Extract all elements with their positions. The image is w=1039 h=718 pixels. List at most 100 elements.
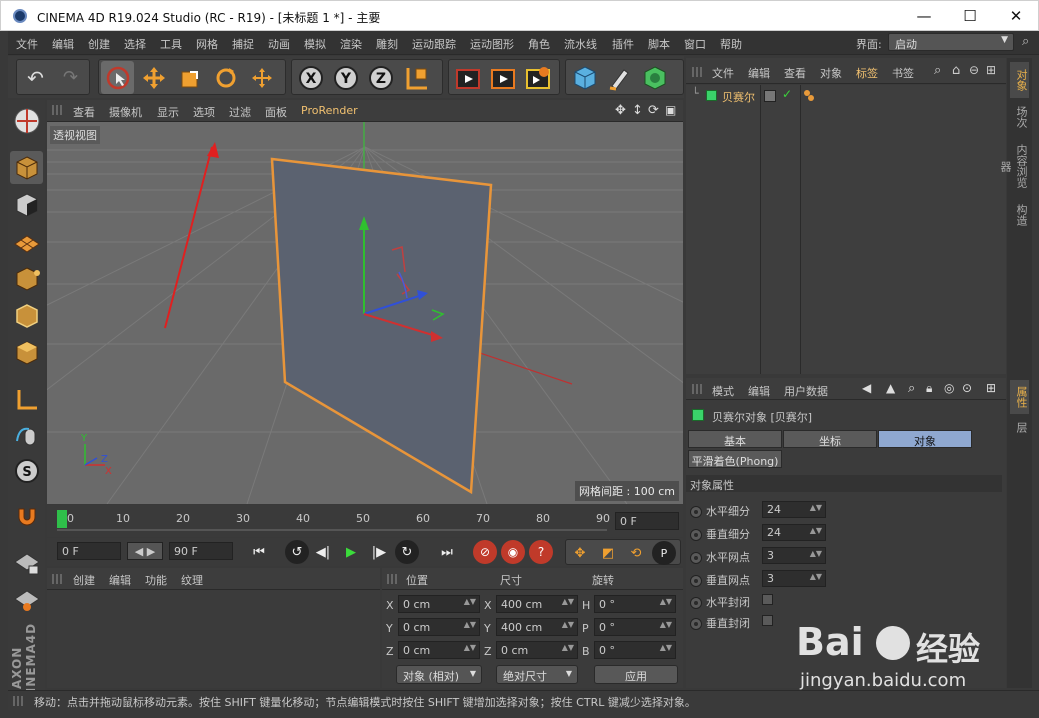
stepper-icon[interactable]: ▲▼: [810, 549, 822, 558]
polygons-mode-icon[interactable]: [10, 336, 43, 369]
play-icon[interactable]: ▶: [339, 540, 363, 564]
render-settings-icon[interactable]: [521, 61, 554, 94]
grip-icon[interactable]: [692, 384, 702, 394]
start-frame-field[interactable]: 0 F: [57, 542, 121, 560]
previous-frame-icon[interactable]: ◀|: [311, 540, 335, 564]
object-menu-edit[interactable]: 编辑: [748, 65, 770, 81]
stepper-icon[interactable]: ▲▼: [810, 572, 822, 581]
menu-plugins[interactable]: 插件: [612, 36, 634, 52]
animate-radio-icon[interactable]: [690, 552, 702, 564]
search-icon[interactable]: ⌕: [934, 63, 941, 78]
stepper-icon[interactable]: ▲▼: [562, 643, 574, 652]
grip-icon[interactable]: [52, 574, 62, 584]
stepper-icon[interactable]: ▲▼: [562, 597, 574, 606]
horizontal-grid-points-field[interactable]: 3 ▲▼: [762, 547, 826, 564]
stepper-icon[interactable]: ▲▼: [464, 643, 476, 652]
axis-mode-icon[interactable]: [10, 383, 43, 416]
minimize-button[interactable]: —: [901, 1, 947, 31]
points-mode-icon[interactable]: [10, 262, 43, 295]
home-icon[interactable]: ⌂: [952, 63, 960, 78]
zoom-icon[interactable]: ↕: [632, 103, 643, 118]
object-menu-objects[interactable]: 对象: [820, 65, 842, 81]
menu-script[interactable]: 脚本: [648, 36, 670, 52]
animate-radio-icon[interactable]: [690, 529, 702, 541]
object-menu-file[interactable]: 文件: [712, 65, 734, 81]
frame-step-stepper[interactable]: ◀ ▶: [127, 542, 163, 560]
visibility-toggle-icon[interactable]: [764, 90, 776, 102]
target-icon[interactable]: ◎: [944, 381, 954, 395]
apply-button[interactable]: 应用: [594, 665, 678, 684]
search-icon[interactable]: ⌕: [908, 381, 915, 396]
key-scale-icon[interactable]: ◩: [596, 541, 620, 565]
tab-coordinates[interactable]: 坐标: [783, 430, 877, 448]
key-rotation-icon[interactable]: ⟲: [624, 541, 648, 565]
viewport-menu-prorender[interactable]: ProRender: [301, 104, 358, 117]
make-editable-icon[interactable]: [10, 104, 43, 137]
settings-icon[interactable]: ⊙: [962, 381, 972, 395]
grip-icon[interactable]: [387, 574, 397, 584]
pen-icon[interactable]: [603, 61, 636, 94]
back-arrow-icon[interactable]: ◀: [862, 381, 871, 395]
rot-b-field[interactable]: 0 ° ▲▼: [594, 641, 676, 659]
object-menu-bookmarks[interactable]: 书签: [892, 65, 914, 81]
viewport-menu-camera[interactable]: 摄像机: [109, 104, 142, 120]
live-select-icon[interactable]: [101, 61, 134, 94]
menu-window[interactable]: 窗口: [684, 36, 706, 52]
search-icon[interactable]: ⌕: [1022, 34, 1036, 49]
stepper-icon[interactable]: ▲▼: [464, 597, 476, 606]
tab-phong[interactable]: 平滑着色(Phong): [688, 450, 782, 468]
stepper-icon[interactable]: ▲▼: [660, 597, 672, 606]
link-icon[interactable]: ⊖: [969, 63, 979, 77]
workplane-lock-icon[interactable]: [10, 545, 43, 578]
texture-mode-icon[interactable]: [10, 188, 43, 221]
menu-snap[interactable]: 捕捉: [232, 36, 254, 52]
tab-objects[interactable]: 对象: [1010, 62, 1029, 98]
menu-select[interactable]: 选择: [124, 36, 146, 52]
vertical-subdivision-field[interactable]: 24 ▲▼: [762, 524, 826, 541]
stepper-icon[interactable]: ▲▼: [660, 643, 672, 652]
menu-character[interactable]: 角色: [528, 36, 550, 52]
vertical-grid-points-field[interactable]: 3 ▲▼: [762, 570, 826, 587]
menu-tools[interactable]: 工具: [160, 36, 182, 52]
viewport-menu-view[interactable]: 查看: [73, 104, 95, 120]
tab-object[interactable]: 对象: [878, 430, 972, 448]
stepper-icon[interactable]: ▲▼: [810, 526, 822, 535]
animate-radio-icon[interactable]: [690, 618, 702, 630]
next-frame-icon[interactable]: |▶: [367, 540, 391, 564]
menu-file[interactable]: 文件: [16, 36, 38, 52]
pan-icon[interactable]: ✥: [615, 103, 626, 118]
up-arrow-icon[interactable]: ▲: [886, 381, 895, 395]
viewport-menu-options[interactable]: 选项: [193, 104, 215, 120]
menu-mograph[interactable]: 运动图形: [470, 36, 514, 52]
animate-radio-icon[interactable]: [690, 506, 702, 518]
viewport-menu-filter[interactable]: 过滤: [229, 104, 251, 120]
attribute-menu-userdata[interactable]: 用户数据: [784, 383, 828, 399]
redo-icon[interactable]: ↷: [54, 61, 87, 94]
recent-tool-icon[interactable]: [245, 61, 278, 94]
playhead[interactable]: [57, 510, 67, 528]
material-menu-edit[interactable]: 编辑: [109, 572, 131, 588]
horizontal-close-checkbox[interactable]: [762, 594, 773, 605]
size-z-field[interactable]: 0 cm ▲▼: [496, 641, 578, 659]
menu-simulate[interactable]: 模拟: [304, 36, 326, 52]
material-menu-texture[interactable]: 纹理: [181, 572, 203, 588]
attribute-menu-mode[interactable]: 模式: [712, 383, 734, 399]
solo-mode-icon[interactable]: S: [10, 454, 43, 487]
edges-mode-icon[interactable]: [10, 299, 43, 332]
pos-z-field[interactable]: 0 cm ▲▼: [398, 641, 480, 659]
go-to-start-icon[interactable]: ⏮: [247, 540, 271, 564]
scale-icon[interactable]: [173, 61, 206, 94]
menu-help[interactable]: 帮助: [720, 36, 742, 52]
menu-animate[interactable]: 动画: [268, 36, 290, 52]
pos-x-field[interactable]: 0 cm ▲▼: [398, 595, 480, 613]
previous-key-icon[interactable]: ↺: [285, 540, 309, 564]
coordinate-system-icon[interactable]: [400, 61, 433, 94]
menu-mesh[interactable]: 网格: [196, 36, 218, 52]
key-parameter-icon[interactable]: P: [652, 541, 676, 565]
model-mode-icon[interactable]: [10, 151, 43, 184]
stepper-icon[interactable]: ▲▼: [464, 620, 476, 629]
current-frame-field[interactable]: 0 F: [615, 512, 679, 530]
menu-pipeline[interactable]: 流水线: [564, 36, 597, 52]
tweak-mode-icon[interactable]: [10, 418, 43, 451]
workplane-mode-icon[interactable]: [10, 225, 43, 258]
